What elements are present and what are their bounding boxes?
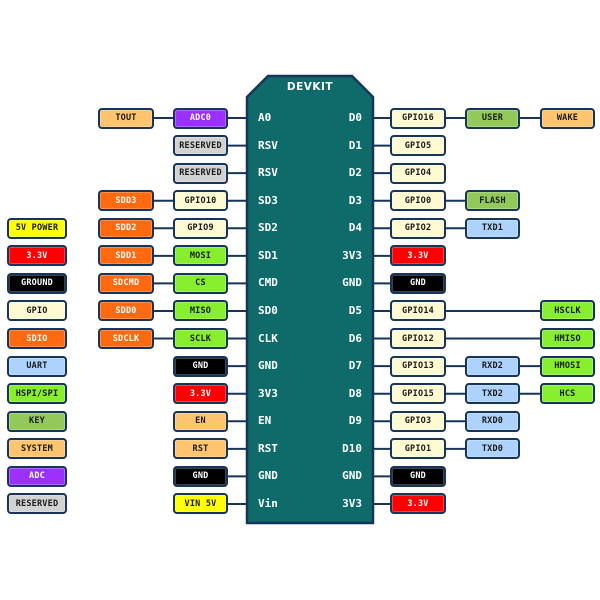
pin-label-left-cmd: CMD: [258, 276, 278, 290]
legend-item-reserved: RESERVED: [7, 493, 67, 515]
pin-label-right-d10: D10: [342, 441, 362, 455]
legend-item-5v-power: 5V POWER: [7, 217, 67, 239]
pin-function-system-rst: RST: [173, 438, 228, 460]
legend-item-system: SYSTEM: [7, 438, 67, 460]
pin-function-spi-hsclk: HSCLK: [540, 300, 595, 322]
pin-label-right-d5: D5: [348, 303, 362, 317]
pin-function-power5-vin-5v: VIN 5V: [173, 493, 228, 515]
legend-item-key: KEY: [7, 410, 67, 432]
pin-label-right-d7: D7: [348, 359, 362, 373]
pin-function-system-en: EN: [173, 410, 228, 432]
pin-function-gpio-gpio12: GPIO12: [390, 328, 446, 350]
pin-function-reserved-reserved: RESERVED: [173, 162, 228, 184]
pin-function-ground-gnd: GND: [173, 355, 228, 377]
pin-function-gpio-gpio1: GPIO1: [390, 438, 446, 460]
pin-label-right-3v3: 3V3: [342, 248, 362, 262]
pin-label-left-sd3: SD3: [258, 193, 278, 207]
pin-label-right-d4: D4: [348, 221, 362, 235]
pin-label-left-rst: RST: [258, 441, 278, 455]
pin-label-left-gnd: GND: [258, 469, 278, 483]
pin-function-gpio-gpio9: GPIO9: [173, 217, 228, 239]
pin-function-spi-cs: CS: [173, 272, 228, 294]
pin-function-power33-3-3v: 3.3V: [173, 383, 228, 405]
pin-function-adc-adc0: ADC0: [173, 107, 228, 129]
pin-label-left-rsv: RSV: [258, 138, 278, 152]
pin-function-gpio-gpio14: GPIO14: [390, 300, 446, 322]
legend-item-adc: ADC: [7, 465, 67, 487]
legend-item-uart: UART: [7, 355, 67, 377]
pin-label-right-d8: D8: [348, 386, 362, 400]
pin-function-uart-rxd2: RXD2: [465, 355, 520, 377]
pin-function-system-wake: WAKE: [540, 107, 595, 129]
pin-function-uart-txd1: TXD1: [465, 217, 520, 239]
pin-label-right-d0: D0: [348, 111, 362, 124]
pin-label-right-gnd: GND: [342, 276, 362, 290]
legend-item-ground: GROUND: [7, 272, 67, 294]
pin-label-right-d1: D1: [348, 138, 362, 152]
pin-function-spi-sclk: SCLK: [173, 328, 228, 350]
pin-function-system-tout: TOUT: [98, 107, 154, 129]
pin-function-gpio-gpio3: GPIO3: [390, 410, 446, 432]
legend-item-sdio: SDIO: [7, 328, 67, 350]
pin-label-left-a0: A0: [258, 111, 272, 124]
pin-function-gpio-gpio16: GPIO16: [390, 107, 446, 129]
legend-item-3-3v: 3.3V: [7, 245, 67, 267]
pin-function-gpio-gpio2: GPIO2: [390, 217, 446, 239]
pin-function-spi-miso: MISO: [173, 300, 228, 322]
pin-function-spi-hcs: HCS: [540, 383, 595, 405]
pin-function-spi-hmosi: HMOSI: [540, 355, 595, 377]
pin-label-left-sd0: SD0: [258, 303, 278, 317]
pin-label-left-sd2: SD2: [258, 221, 278, 235]
pin-label-left-sd1: SD1: [258, 248, 278, 262]
board-title: DEVKIT: [286, 81, 334, 93]
pin-function-sdio-sdd3: SDD3: [98, 190, 154, 212]
pin-function-ground-gnd: GND: [390, 272, 446, 294]
pin-label-right-d9: D9: [348, 414, 362, 428]
pin-function-gpio-gpio5: GPIO5: [390, 135, 446, 157]
pin-label-right-gnd: GND: [342, 469, 362, 483]
pin-function-spi-hmiso: HMISO: [540, 328, 595, 350]
pin-function-sdio-sdd2: SDD2: [98, 217, 154, 239]
pin-function-power33-3-3v: 3.3V: [390, 493, 446, 515]
pin-label-right-3v3: 3V3: [342, 496, 362, 510]
pin-function-gpio-gpio13: GPIO13: [390, 355, 446, 377]
pin-label-right-d2: D2: [348, 166, 362, 180]
pin-function-key-flash: FLASH: [465, 190, 520, 212]
legend-item-gpio: GPIO: [7, 300, 67, 322]
pin-function-ground-gnd: GND: [173, 465, 228, 487]
nodemcu-pinout-diagram: DEVKIT A0 ADC0 TOUT RSV RESERVED RSV RESERVED S…: [0, 0, 600, 600]
pin-function-gpio-gpio10: GPIO10: [173, 190, 228, 212]
pin-function-ground-gnd: GND: [390, 465, 446, 487]
pin-label-right-d6: D6: [348, 331, 362, 345]
pin-function-spi-mosi: MOSI: [173, 245, 228, 267]
pin-label-left-rsv: RSV: [258, 166, 278, 180]
pin-function-uart-txd0: TXD0: [465, 438, 520, 460]
pin-function-uart-txd2: TXD2: [465, 383, 520, 405]
pin-function-gpio-gpio15: GPIO15: [390, 383, 446, 405]
pin-function-key-user: USER: [465, 107, 520, 129]
pin-function-sdio-sdclk: SDCLK: [98, 328, 154, 350]
pin-label-left-clk: CLK: [258, 331, 278, 345]
pin-function-power33-3-3v: 3.3V: [390, 245, 446, 267]
pin-label-left-3v3: 3V3: [258, 386, 278, 400]
pin-label-left-vin: Vin: [258, 496, 278, 510]
pin-function-sdio-sdd1: SDD1: [98, 245, 154, 267]
legend-item-hspi-spi: HSPI/SPI: [7, 383, 67, 405]
pin-label-left-gnd: GND: [258, 359, 278, 373]
pin-function-gpio-gpio4: GPIO4: [390, 162, 446, 184]
pin-label-right-d3: D3: [348, 193, 362, 207]
pin-label-left-en: EN: [258, 414, 272, 428]
pin-function-sdio-sdd0: SDD0: [98, 300, 154, 322]
pin-function-sdio-sdcmd: SDCMD: [98, 272, 154, 294]
pin-function-gpio-gpio0: GPIO0: [390, 190, 446, 212]
pin-function-reserved-reserved: RESERVED: [173, 135, 228, 157]
pin-function-uart-rxd0: RXD0: [465, 410, 520, 432]
